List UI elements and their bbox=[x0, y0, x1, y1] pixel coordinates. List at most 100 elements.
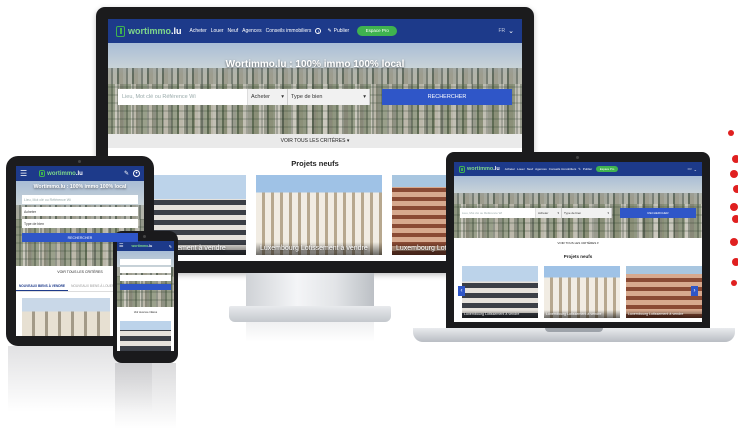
edit-icon[interactable]: ✎ bbox=[169, 244, 172, 249]
project-card[interactable]: Luxembourg Lotissement à vendre bbox=[544, 266, 620, 318]
tab-for-rent[interactable]: NOUVEAUX BIENS À LOUER bbox=[68, 282, 117, 291]
chevron-down-icon[interactable]: ⌄ bbox=[694, 167, 697, 172]
publish-link[interactable]: Publier bbox=[334, 28, 350, 34]
listing-card[interactable] bbox=[22, 298, 110, 336]
transaction-select[interactable] bbox=[120, 267, 171, 273]
project-card[interactable] bbox=[120, 321, 171, 351]
criteria-link[interactable]: VOIR TOUS LES CRITÈRES ▾ bbox=[108, 134, 522, 148]
logo-brand: wortimmo bbox=[128, 26, 172, 36]
section-title: Projets neufs bbox=[563, 254, 593, 259]
search-bar: Lieu, Mot clé ou Référence Wi Acheter ▾ T… bbox=[460, 208, 696, 218]
edit-icon[interactable]: ✎ bbox=[124, 170, 129, 177]
nav-link-agences[interactable]: Agences bbox=[535, 167, 547, 171]
logo-tld: .lu bbox=[148, 244, 153, 248]
arrow-left-icon[interactable]: ‹ bbox=[458, 286, 465, 296]
monitor-stand-base bbox=[229, 306, 391, 322]
nav-link-conseils[interactable]: Conseils immobiliers bbox=[549, 167, 577, 171]
search-gap bbox=[370, 89, 382, 105]
logo[interactable]: wortimmo .lu bbox=[39, 170, 83, 177]
card-caption: Luxembourg Lotissement à vendre bbox=[462, 310, 538, 318]
search-input[interactable]: Lieu, Mot clé ou Référence Wi bbox=[460, 208, 536, 218]
device-mockup-scene: wortimmo .lu Acheter Louer Neuf Agences C… bbox=[0, 0, 738, 434]
logo-tld: .lu bbox=[171, 26, 182, 36]
logo-brand: wortimmo bbox=[467, 166, 494, 172]
logo-icon bbox=[39, 170, 46, 177]
search-button[interactable]: RECHERCHER bbox=[382, 89, 512, 105]
laptop: wortimmo .lu Acheter Louer Neuf Agences C… bbox=[446, 152, 710, 328]
decor-dot bbox=[731, 280, 737, 286]
nav-link-acheter[interactable]: Acheter bbox=[505, 167, 515, 171]
logo-brand: wortimmo bbox=[47, 170, 76, 177]
pro-space-button[interactable]: Espace Pro bbox=[357, 26, 398, 36]
nav-link-louer[interactable]: Louer bbox=[517, 167, 525, 171]
decor-dot bbox=[733, 185, 738, 193]
logo-tld: .lu bbox=[493, 166, 500, 172]
transaction-select[interactable]: Acheter ▾ bbox=[248, 89, 288, 105]
criteria-link[interactable]: Voir tous les critères bbox=[117, 311, 174, 314]
chevron-down-icon: ▾ bbox=[557, 211, 559, 215]
search-button[interactable]: RECHERCHER bbox=[22, 233, 138, 242]
criteria-link-label: VOIR TOUS LES CRITÈRES bbox=[280, 138, 346, 144]
hero-banner: Wortimmo.lu : 100% immo 100% local Lieu,… bbox=[108, 43, 522, 134]
hero-title: Wortimmo.lu : 100% immo 100% local bbox=[33, 184, 127, 190]
search-input[interactable]: Lieu, Mot clé ou Référence Wi bbox=[22, 195, 138, 204]
logo[interactable]: wortimmo .lu bbox=[131, 244, 152, 248]
hero-banner: Lieu, Mot clé ou Référence Wi Acheter ▾ T… bbox=[454, 176, 702, 238]
chevron-down-icon: ▾ bbox=[607, 211, 609, 215]
logo-tld: .lu bbox=[75, 170, 83, 177]
search-button[interactable]: RECHERCHER bbox=[620, 208, 696, 218]
search-input[interactable]: Lieu, Mot clé ou Référence Wi bbox=[118, 89, 248, 105]
property-type-select[interactable] bbox=[120, 275, 171, 281]
top-nav: ☰ wortimmo .lu ✎ bbox=[117, 241, 174, 251]
info-icon[interactable]: i bbox=[315, 28, 322, 34]
nav-link-neuf[interactable]: Neuf bbox=[228, 28, 239, 34]
hamburger-icon[interactable]: ☰ bbox=[119, 243, 123, 249]
logo-brand: wortimmo bbox=[131, 244, 149, 248]
transaction-select-value: Acheter bbox=[538, 211, 549, 215]
chevron-down-icon: ▾ bbox=[363, 94, 366, 100]
tab-for-sale[interactable]: NOUVEAUX BIENS À VENDRE bbox=[16, 282, 69, 291]
property-type-select[interactable]: Type de bien bbox=[22, 219, 138, 228]
search-button[interactable] bbox=[120, 284, 171, 290]
card-caption: Luxembourg Lotissement à vendre bbox=[626, 310, 702, 318]
nav-link-acheter[interactable]: Acheter bbox=[190, 28, 207, 34]
decor-dot bbox=[730, 203, 738, 211]
arrow-right-icon[interactable]: › bbox=[691, 286, 698, 296]
camera-icon bbox=[143, 235, 146, 238]
project-card[interactable]: Luxembourg Lotissement à vendre bbox=[462, 266, 538, 318]
nav-link-agences[interactable]: Agences bbox=[242, 28, 261, 34]
lang-selector[interactable]: FR bbox=[498, 28, 505, 34]
card-caption: Luxembourg Lotissement à vendre bbox=[256, 242, 382, 255]
criteria-link[interactable]: VOIR TOUS LES CRITÈRES ▾ bbox=[454, 238, 702, 247]
transaction-select[interactable]: Acheter bbox=[22, 207, 138, 216]
project-card[interactable]: Luxembourg Lotissement à vendre bbox=[256, 175, 382, 255]
property-type-select[interactable]: Type de bien ▾ bbox=[288, 89, 370, 105]
decor-dot bbox=[732, 258, 738, 266]
top-nav: wortimmo .lu Acheter Louer Neuf Agences C… bbox=[454, 162, 702, 176]
publish-link[interactable]: Publier bbox=[583, 167, 592, 171]
user-icon[interactable]: • bbox=[133, 170, 140, 177]
lang-selector[interactable]: FR bbox=[688, 167, 692, 171]
property-type-value: Type de bien bbox=[564, 211, 582, 215]
property-type-select[interactable]: Type de bien ▾ bbox=[562, 208, 612, 218]
decor-dot bbox=[730, 170, 738, 178]
pro-space-button[interactable]: Espace Pro bbox=[596, 166, 619, 172]
search-input[interactable] bbox=[120, 259, 171, 265]
nav-link-louer[interactable]: Louer bbox=[211, 28, 224, 34]
card-caption: Luxembourg Lotissement à vendre bbox=[544, 310, 620, 318]
laptop-notch bbox=[545, 328, 603, 332]
chevron-down-icon[interactable]: ⌄ bbox=[508, 27, 514, 35]
decor-dot bbox=[728, 130, 734, 136]
transaction-select-value: Acheter bbox=[251, 94, 270, 100]
nav-link-neuf[interactable]: Neuf bbox=[527, 167, 533, 171]
chevron-down-icon: ▾ bbox=[597, 240, 599, 245]
logo[interactable]: wortimmo .lu bbox=[116, 25, 182, 37]
search-bar: Lieu, Mot clé ou Référence Wi Acheter ▾ T… bbox=[118, 89, 512, 105]
transaction-select[interactable]: Acheter ▾ bbox=[536, 208, 562, 218]
monitor-stand-neck bbox=[246, 273, 374, 309]
edit-icon: ✎ bbox=[327, 28, 332, 34]
logo[interactable]: wortimmo .lu bbox=[459, 165, 500, 173]
nav-link-conseils[interactable]: Conseils immobiliers bbox=[266, 28, 312, 34]
hero-banner bbox=[117, 251, 174, 307]
hamburger-icon[interactable]: ☰ bbox=[20, 169, 27, 178]
